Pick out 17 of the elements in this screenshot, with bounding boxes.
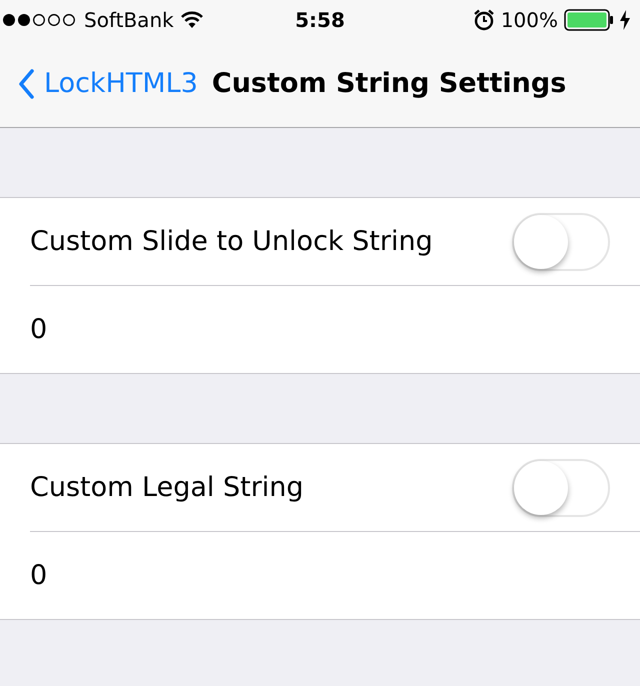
battery-percentage: 100% (500, 8, 558, 32)
page-title: Custom String Settings (212, 68, 566, 99)
battery-icon (564, 9, 614, 31)
toggle-switch[interactable] (512, 212, 610, 270)
wifi-icon (180, 11, 204, 29)
clock-time: 5:58 (295, 8, 345, 32)
input-field[interactable]: 0 (30, 560, 330, 591)
alarm-clock-icon (472, 9, 495, 31)
setting-label: Custom Slide to Unlock String (30, 226, 433, 257)
back-button[interactable]: LockHTML3 (18, 68, 198, 99)
carrier-name: SoftBank (84, 8, 174, 32)
chevron-icon (18, 68, 34, 98)
setting-label: Custom Legal String (30, 472, 304, 503)
input-field[interactable]: 0 (30, 314, 330, 345)
toggle-switch[interactable] (512, 458, 610, 516)
signal-icon (2, 13, 78, 27)
charging-bolt-icon (620, 10, 630, 30)
